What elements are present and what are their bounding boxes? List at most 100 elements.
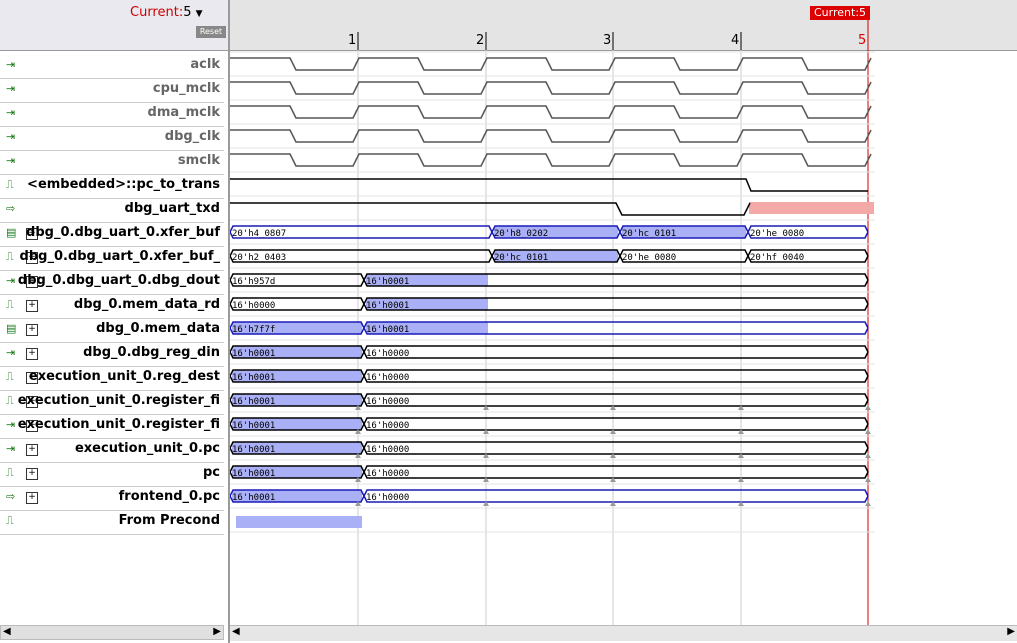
bus-value: 16'h0001	[232, 421, 275, 431]
current-time-selector[interactable]: Current:5 ▼	[130, 5, 203, 20]
signal-name: dbg_clk	[164, 129, 220, 144]
expand-icon[interactable]: +	[26, 468, 38, 480]
scroll-right-icon[interactable]: ▶	[1007, 626, 1015, 637]
bus-value: 16'h0000	[366, 421, 409, 431]
signal-name: dbg_0.dbg_uart_0.xfer_buf_	[19, 249, 220, 264]
bus-value: 16'h0000	[366, 397, 409, 407]
current-time-value: 5	[183, 5, 192, 20]
bus-value: 20'hc_0101	[494, 253, 548, 263]
clock-waveform	[230, 57, 872, 71]
bus-value: 20'h8_0202	[494, 229, 548, 239]
signal-row[interactable]: ⇥ cpu_mclk	[0, 78, 224, 103]
txd-waveform	[230, 202, 751, 216]
bus-value: 16'h0001	[366, 277, 409, 287]
pulse-icon: ⎍	[6, 250, 14, 263]
signal-name: cpu_mclk	[152, 81, 220, 96]
bus-value: 16'h957d	[232, 277, 275, 287]
pulse-icon: ⎍	[6, 394, 14, 407]
pulse-icon: ⎍	[6, 298, 14, 311]
pulse-icon: ⎍	[6, 466, 14, 479]
input-icon: ⇥	[6, 346, 16, 359]
bus-segment	[363, 345, 869, 359]
signal-name: execution_unit_0.pc	[74, 441, 220, 456]
signal-row[interactable]: ⇥ + execution_unit_0.pc	[0, 438, 224, 463]
expand-icon[interactable]: +	[26, 492, 38, 504]
signal-name: aclk	[190, 57, 220, 72]
signal-name: dbg_0.mem_data_rd	[73, 297, 220, 312]
bus-value: 16'h0000	[366, 445, 409, 455]
signal-row[interactable]: ⇨ dbg_uart_txd	[0, 198, 224, 223]
expand-icon[interactable]: +	[26, 324, 38, 336]
bus-value: 20'h4_0807	[232, 229, 286, 239]
bus-value: 16'h0001	[232, 469, 275, 479]
signal-row[interactable]: ⎍ + execution_unit_0.reg_dest	[0, 366, 224, 391]
signal-name: execution_unit_0.register_fi	[17, 393, 220, 408]
signal-row[interactable]: ⎍ From Precond	[0, 510, 224, 535]
signal-row[interactable]: ⇥ + dbg_0.dbg_uart_0.dbg_dout	[0, 270, 224, 295]
scroll-right-icon[interactable]: ▶	[213, 626, 221, 637]
signal-name: dbg_0.dbg_uart_0.dbg_dout	[17, 273, 220, 288]
bus-segment	[363, 417, 869, 431]
signal-row[interactable]: ▤ + dbg_0.mem_data	[0, 318, 224, 343]
bus-value: 16'h7f7f	[232, 325, 275, 335]
expand-icon[interactable]: +	[26, 444, 38, 456]
signal-row[interactable]: ⇥ dbg_clk	[0, 126, 224, 151]
signal-row[interactable]: ⇥ aclk	[0, 54, 224, 79]
bus-segment	[363, 369, 869, 383]
clock-waveform	[230, 105, 872, 119]
bus-value: 16'h0000	[366, 469, 409, 479]
signal-row[interactable]: ⇥ smclk	[0, 150, 224, 175]
bus-value: 16'h0001	[366, 301, 409, 311]
name-panel-scrollbar[interactable]: ◀ ▶	[0, 625, 224, 640]
signal-row[interactable]: ⇥ dma_mclk	[0, 102, 224, 127]
output-icon: ⇨	[6, 202, 16, 215]
signal-name: dbg_0.mem_data	[96, 321, 220, 336]
signal-row[interactable]: ⇥ + execution_unit_0.register_fi	[0, 414, 224, 439]
bus-value: 16'h0000	[232, 301, 275, 311]
bus-value: 16'h0000	[366, 493, 409, 503]
signal-row[interactable]: ▤ + dbg_0.dbg_uart_0.xfer_buf	[0, 222, 224, 247]
input-icon: ⇥	[6, 106, 16, 119]
timeline-scrollbar[interactable]: ◀ ▶	[230, 625, 1017, 641]
input-icon: ⇥	[6, 442, 16, 455]
bus-value: 16'h0001	[232, 373, 275, 383]
signal-name-panel: Current:5 ▼ Reset ⇥ aclk ⇥ cpu_mclk ⇥ dma_mcl…	[0, 0, 228, 643]
input-icon: ⇥	[6, 154, 16, 167]
signal-row[interactable]: ⎍ + pc	[0, 462, 224, 487]
scroll-left-icon[interactable]: ◀	[232, 626, 240, 637]
clock-waveform	[230, 129, 872, 143]
expand-icon[interactable]: +	[26, 300, 38, 312]
reset-button[interactable]: Reset	[196, 26, 226, 38]
bus-value: 16'h0001	[232, 349, 275, 359]
signal-name: dbg_0.dbg_reg_din	[83, 345, 220, 360]
precond-highlight	[236, 516, 362, 528]
bus-value: 20'hf_0040	[750, 253, 804, 263]
clock-waveform	[230, 81, 872, 95]
register-icon: ▤	[6, 322, 17, 335]
waveform-canvas[interactable]: 1 2 3 4 5 20'h4_0807 20'h8_0202 20'hc_0101 20'he…	[230, 0, 1017, 643]
bus-value: 16'h0001	[232, 397, 275, 407]
bus-value: 20'he_0080	[622, 253, 676, 263]
bus-segment	[363, 489, 869, 503]
bus-segment	[363, 465, 869, 479]
bus-segment	[363, 441, 869, 455]
signal-row[interactable]: ⇨ + frontend_0.pc	[0, 486, 224, 511]
signal-row[interactable]: ⎍ <embedded>::pc_to_trans	[0, 174, 224, 199]
ruler-tick-label: 5	[858, 33, 866, 48]
signal-name: dbg_uart_txd	[124, 201, 220, 216]
pulse-icon: ⎍	[6, 370, 14, 383]
name-panel-header: Current:5 ▼ Reset	[0, 0, 228, 51]
register-icon: ▤	[6, 226, 17, 239]
signal-name: From Precond	[118, 513, 220, 528]
scroll-left-icon[interactable]: ◀	[3, 626, 11, 637]
signal-row[interactable]: ⎍ + execution_unit_0.register_fi	[0, 390, 224, 415]
caret-down-icon[interactable]: ▼	[196, 9, 203, 19]
signal-row[interactable]: ⎍ + dbg_0.mem_data_rd	[0, 294, 224, 319]
ruler-tick-label: 1	[348, 33, 356, 48]
bus-value: 16'h0001	[366, 325, 409, 335]
signal-row[interactable]: ⇥ + dbg_0.dbg_reg_din	[0, 342, 224, 367]
input-icon: ⇥	[6, 418, 16, 431]
signal-name: dma_mclk	[147, 105, 220, 120]
signal-row[interactable]: ⎍ + dbg_0.dbg_uart_0.xfer_buf_	[0, 246, 224, 271]
expand-icon[interactable]: +	[26, 348, 38, 360]
